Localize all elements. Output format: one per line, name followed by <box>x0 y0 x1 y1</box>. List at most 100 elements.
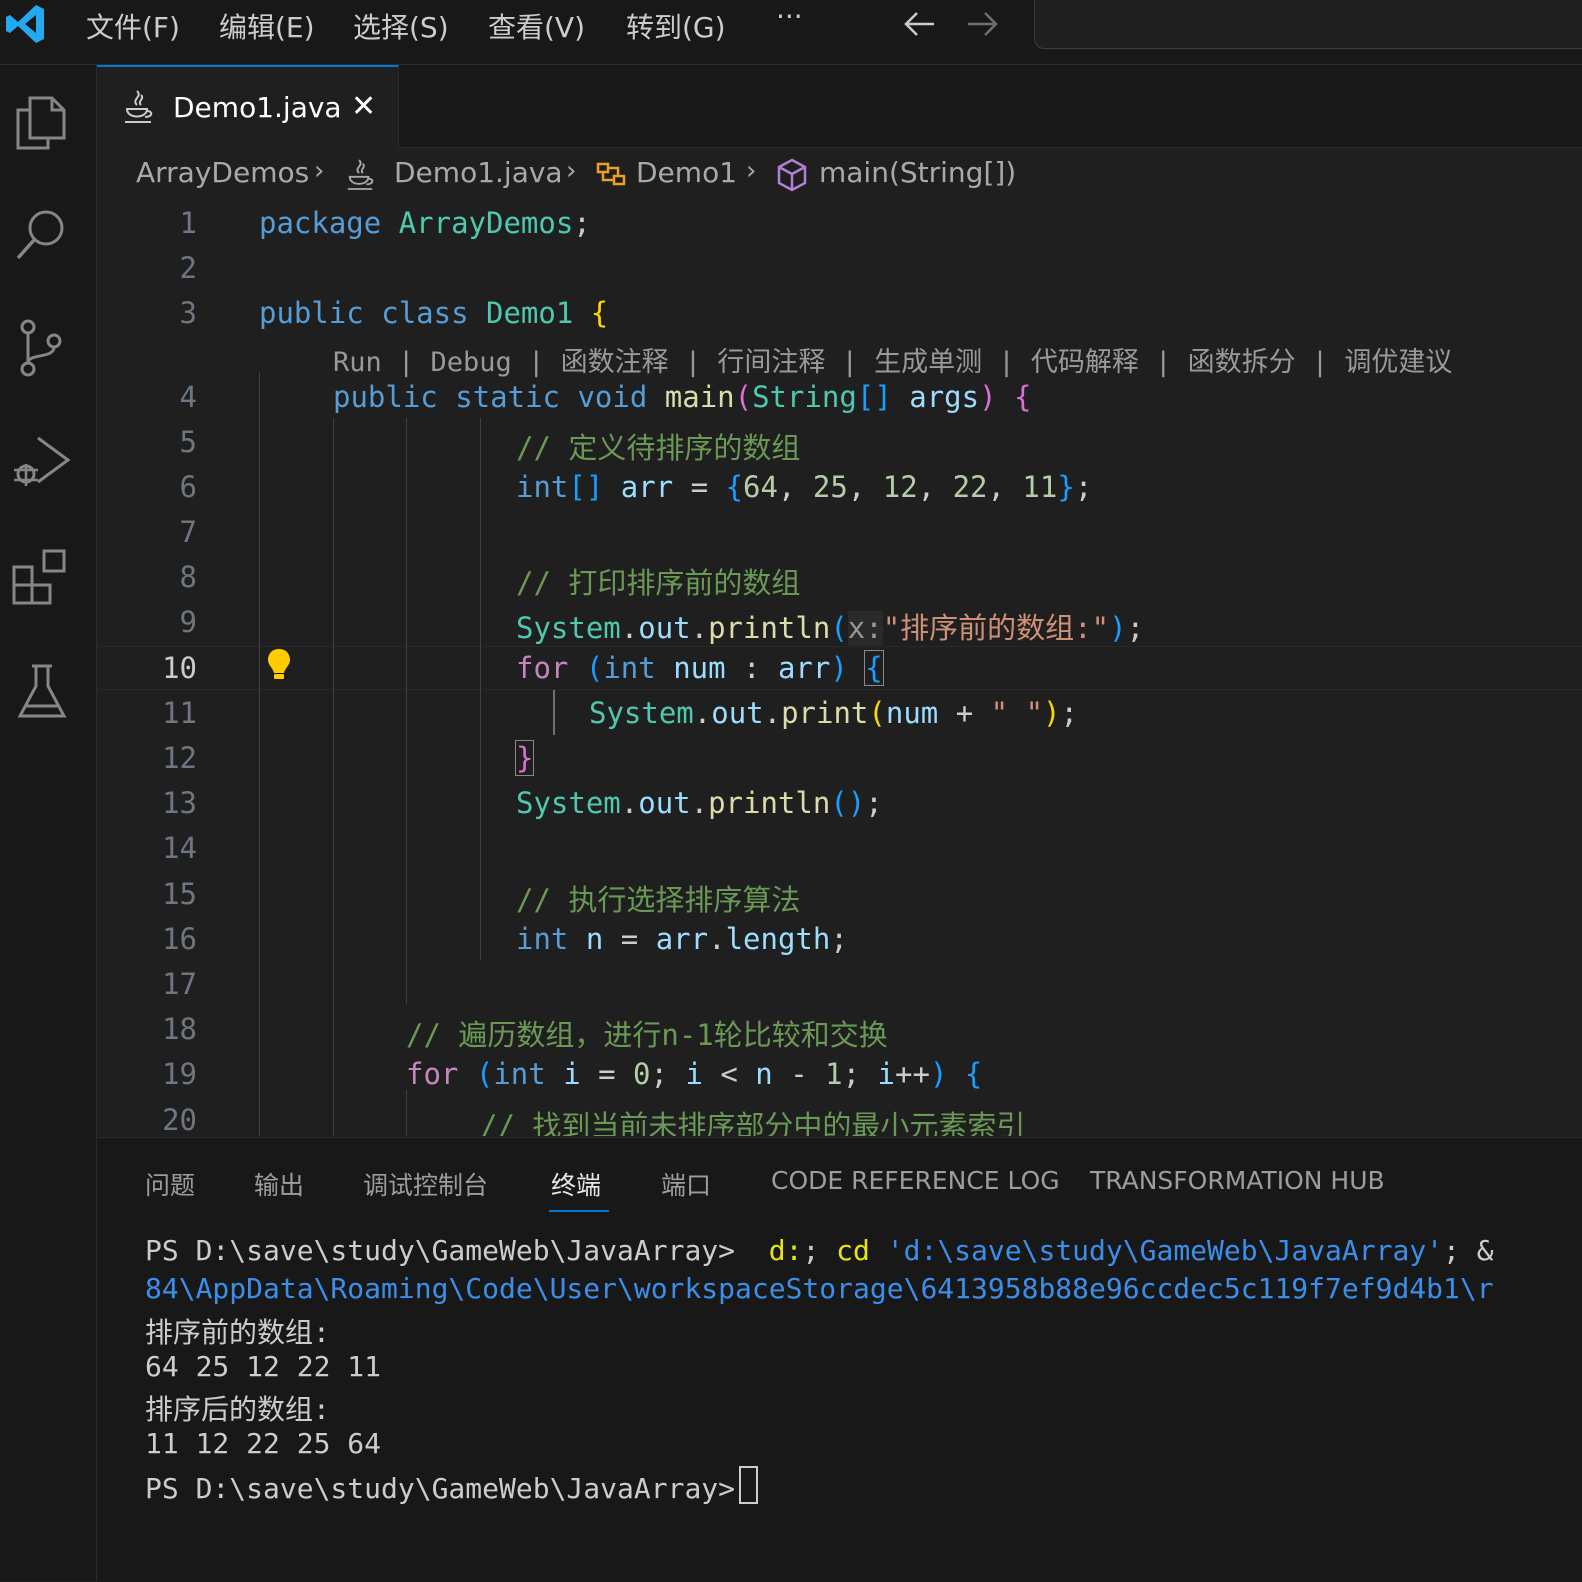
menu-edit[interactable]: 编辑(E) <box>219 6 315 46</box>
line-number: 17 <box>162 967 197 1001</box>
indent-guide <box>333 418 334 1136</box>
indent-guide-active <box>553 690 555 735</box>
terminal-command: cd <box>836 1234 870 1267</box>
terminal-prompt-line[interactable]: PS D:\save\study\GameWeb\JavaArray> <box>145 1466 759 1505</box>
line-number: 13 <box>162 786 197 820</box>
chevron-right-icon: › <box>746 156 757 186</box>
line-number: 5 <box>179 425 197 459</box>
code-line: System.out.print(num + " "); <box>589 696 1078 730</box>
code-line: // 打印排序前的数组 <box>516 566 801 600</box>
code-line: // 定义待排序的数组 <box>516 431 801 465</box>
code-line: int n = arr.length; <box>516 922 848 956</box>
code-editor[interactable]: 1 2 3 4 5 6 7 8 9 10 11 12 13 14 15 16 1… <box>97 200 1582 1136</box>
line-number: 14 <box>162 831 197 865</box>
code-line: package ArrayDemos; <box>259 206 591 240</box>
chevron-right-icon: › <box>314 156 325 186</box>
menu-file[interactable]: 文件(F) <box>86 6 180 46</box>
tab-output[interactable]: 输出 <box>254 1166 304 1202</box>
breadcrumb-method[interactable]: main(String[]) <box>819 156 1016 189</box>
search-icon[interactable] <box>10 202 74 266</box>
close-icon[interactable]: ✕ <box>351 89 376 124</box>
menu-goto[interactable]: 转到(G) <box>626 6 726 46</box>
command-center-search[interactable] <box>1034 0 1582 49</box>
code-line: public static void main(String[] args) { <box>333 380 1032 414</box>
line-number: 15 <box>162 877 197 911</box>
terminal-command: ; <box>802 1234 837 1267</box>
terminal-line[interactable]: 64 25 12 22 11 <box>145 1350 381 1383</box>
codelens-actions[interactable]: Run | Debug | 函数注释 | 行间注释 | 生成单测 | 代码解释 … <box>333 340 1452 379</box>
code-line: // 找到当前未排序部分中的最小元素索引 <box>480 1109 1026 1136</box>
line-number: 4 <box>179 380 197 414</box>
lightbulb-icon[interactable] <box>265 646 293 682</box>
line-number: 6 <box>179 470 197 504</box>
indent-guide <box>480 418 481 960</box>
line-number: 18 <box>162 1012 197 1046</box>
tab-transformation-hub[interactable]: TRANSFORMATION HUB <box>1090 1166 1385 1195</box>
activity-bar <box>0 65 97 1581</box>
tab-demo1-java[interactable]: Demo1.java ✕ <box>97 65 399 148</box>
menu-view[interactable]: 查看(V) <box>488 6 585 46</box>
code-line: public class Demo1 { <box>259 296 609 330</box>
terminal-command: d: <box>768 1234 803 1267</box>
menu-selection[interactable]: 选择(S) <box>353 6 449 46</box>
terminal-prompt: PS D:\save\study\GameWeb\JavaArray> <box>145 1472 736 1505</box>
indent-guide <box>406 418 407 1004</box>
line-number-current: 10 <box>162 651 197 685</box>
tab-ports[interactable]: 端口 <box>661 1166 711 1202</box>
indent-guide <box>406 1090 407 1136</box>
terminal-line[interactable]: 84\AppData\Roaming\Code\User\workspaceSt… <box>145 1272 1494 1305</box>
line-number: 8 <box>179 560 197 594</box>
code-line: // 执行选择排序算法 <box>516 883 801 917</box>
menu-more[interactable]: ··· <box>776 0 803 33</box>
terminal-prompt: PS D:\save\study\GameWeb\JavaArray> <box>145 1234 752 1267</box>
code-line: int[] arr = {64, 25, 12, 22, 11}; <box>516 470 1093 504</box>
terminal-line[interactable]: PS D:\save\study\GameWeb\JavaArray> d: ; … <box>145 1234 1494 1267</box>
terminal-line[interactable]: 11 12 22 25 64 <box>145 1427 381 1460</box>
line-number: 16 <box>162 922 197 956</box>
code-line: } <box>514 740 535 776</box>
code-line: for (int i = 0; i < n - 1; i++) { <box>406 1057 983 1091</box>
line-number: 11 <box>162 696 197 730</box>
terminal-command: 'd:\save\study\GameWeb\JavaArray' <box>869 1234 1444 1267</box>
class-icon <box>596 162 626 186</box>
line-number: 3 <box>179 296 197 330</box>
line-number: 1 <box>179 206 197 240</box>
line-number: 2 <box>179 251 197 285</box>
code-line: System.out.println(); <box>516 786 883 820</box>
run-debug-icon[interactable] <box>10 430 74 494</box>
line-number: 7 <box>179 515 197 549</box>
method-icon <box>777 158 807 192</box>
tab-debug-console[interactable]: 调试控制台 <box>363 1166 488 1202</box>
testing-flask-icon[interactable] <box>10 660 74 724</box>
java-file-icon <box>347 159 374 190</box>
extensions-icon[interactable] <box>10 545 74 609</box>
breadcrumb-class[interactable]: Demo1 <box>636 156 737 189</box>
terminal-line[interactable]: 排序前的数组: <box>145 1311 330 1351</box>
vscode-logo-icon[interactable] <box>4 2 48 46</box>
tab-code-reference-log[interactable]: CODE REFERENCE LOG <box>771 1166 1060 1195</box>
arrow-right-icon[interactable] <box>964 8 1000 40</box>
terminal-line[interactable]: 排序后的数组: <box>145 1388 330 1428</box>
indent-guide <box>259 372 260 1136</box>
explorer-icon[interactable] <box>10 90 74 154</box>
breadcrumb-file[interactable]: Demo1.java <box>394 156 563 189</box>
source-control-icon[interactable] <box>10 315 74 379</box>
terminal-command: ; & <box>1443 1234 1494 1267</box>
tab-problems[interactable]: 问题 <box>145 1166 195 1202</box>
line-number: 20 <box>162 1103 197 1136</box>
line-number: 12 <box>162 741 197 775</box>
breadcrumb-folder[interactable]: ArrayDemos <box>136 156 309 189</box>
title-bar: 文件(F) 编辑(E) 选择(S) 查看(V) 转到(G) ··· <box>0 0 1582 65</box>
tab-terminal[interactable]: 终端 <box>551 1166 601 1202</box>
editor-tab-bar: Demo1.java ✕ <box>97 65 1582 148</box>
terminal-cursor <box>739 1466 759 1504</box>
chevron-right-icon: › <box>566 156 577 186</box>
tab-label: Demo1.java <box>173 91 342 124</box>
line-number: 19 <box>162 1057 197 1091</box>
arrow-left-icon[interactable] <box>902 8 938 40</box>
active-tab-indicator <box>549 1210 609 1212</box>
code-line: System.out.println(x:"排序前的数组:"); <box>516 611 1145 645</box>
code-line: for (int num : arr) { <box>516 650 884 686</box>
bottom-panel: 问题 输出 调试控制台 终端 端口 CODE REFERENCE LOG TRA… <box>97 1137 1582 1582</box>
code-line: // 遍历数组，进行n-1轮比较和交换 <box>406 1018 888 1052</box>
